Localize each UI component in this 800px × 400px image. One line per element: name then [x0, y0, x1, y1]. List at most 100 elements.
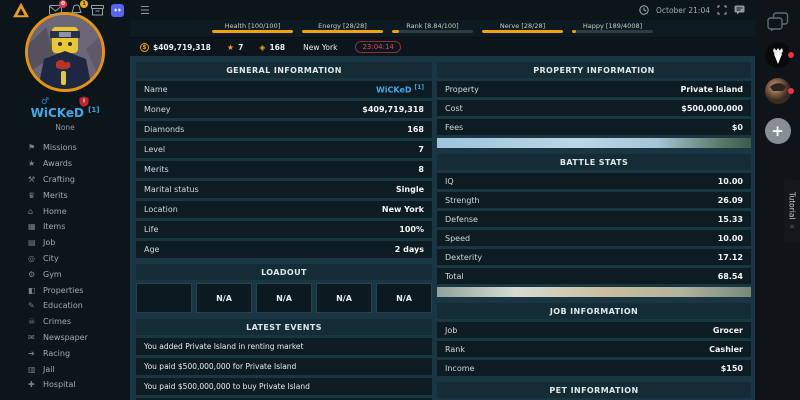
main-area: ☰ October 21:04 Health [100/100] Energy … — [130, 0, 755, 400]
pet-information-title: PET INFORMATION — [437, 382, 751, 398]
latest-events-title: LATEST EVENTS — [136, 319, 432, 335]
sidebar-item-crafting[interactable]: ⚒ Crafting — [0, 172, 130, 188]
hamburger-menu-icon[interactable]: ☰ — [140, 5, 150, 16]
tutorial-icon: ≡ — [789, 223, 795, 231]
general-row-level: Level 7 — [136, 141, 432, 158]
job-icon: ▤ — [28, 238, 36, 248]
profile-name[interactable]: WiCKeD [1] — [0, 106, 130, 120]
happy-bar[interactable]: Happy [189/4008] — [572, 22, 653, 33]
money-coin-icon: $ — [140, 42, 149, 52]
loadout-slot-4[interactable]: N/A — [376, 283, 432, 313]
bell-icon[interactable]: 1 — [69, 0, 88, 17]
sidebar-topbar: 0 1 — [0, 0, 130, 20]
general-row-marital: Marital status Single — [136, 181, 432, 198]
loadout-slot-2[interactable]: N/A — [256, 283, 312, 313]
job-information-title: JOB INFORMATION — [437, 303, 751, 319]
location-value: New York — [303, 42, 338, 52]
gym-icon: ⚙ — [28, 269, 36, 279]
fullscreen-icon[interactable] — [717, 5, 727, 15]
property-row-property: Property Private Island — [437, 81, 751, 97]
sidebar-item-awards[interactable]: ★ Awards — [0, 156, 130, 172]
sidebar-item-education[interactable]: ✎ Education — [0, 298, 130, 314]
sidebar: 0 1 ♂ WiCKeD [1] None ⚑ Missions ★ Award… — [0, 0, 130, 400]
loadout-slot-1[interactable]: N/A — [196, 283, 252, 313]
battle-stats-title: BATTLE STATS — [437, 154, 751, 170]
cooldown-timer: 23:04:14 — [355, 41, 401, 53]
home-icon: ⌂ — [28, 206, 34, 216]
sidebar-item-hospital[interactable]: ✚ Hospital — [0, 377, 130, 393]
app: 0 1 ♂ WiCKeD [1] None ⚑ Missions ★ Award… — [0, 0, 800, 400]
bell-badge: 1 — [80, 0, 88, 8]
loadout-slot-3[interactable]: N/A — [316, 283, 372, 313]
general-row-age: Age 2 days — [136, 241, 432, 258]
city-icon: ◎ — [28, 253, 35, 263]
sidebar-item-newspaper[interactable]: ✉ Newspaper — [0, 330, 130, 346]
sidebar-item-merits[interactable]: ♛ Merits — [0, 187, 130, 203]
racing-icon: ➔ — [28, 348, 35, 358]
diamonds-value: 168 — [269, 42, 286, 52]
event-row: You paid $500,000,000 for Private Island — [136, 358, 432, 375]
archive-icon[interactable] — [90, 4, 104, 17]
money-value: $409,719,318 — [153, 42, 211, 52]
add-button[interactable]: + — [764, 118, 791, 144]
general-row-merits: Merits 8 — [136, 161, 432, 178]
battle-row-iq: IQ 10.00 — [437, 173, 751, 189]
rank-bar[interactable]: Rank [8.84/100] — [392, 22, 473, 33]
crafting-icon: ⚒ — [28, 174, 36, 184]
loadout-slot-avatar[interactable] — [136, 283, 192, 313]
online-dot — [787, 88, 794, 94]
sidebar-item-gym[interactable]: ⚙ Gym — [0, 266, 130, 282]
awards-icon: ★ — [28, 159, 36, 169]
battle-stats-panel: BATTLE STATS IQ 10.00 Strength 26.09 Defen… — [437, 154, 751, 297]
sidebar-item-items[interactable]: ▦ Items — [0, 219, 130, 235]
diamond-icon: ◈ — [259, 42, 266, 52]
sidebar-item-missions[interactable]: ⚑ Missions — [0, 140, 130, 156]
property-image-banner — [437, 138, 751, 148]
missions-icon: ⚑ — [28, 143, 36, 153]
general-row-diamonds: Diamonds 168 — [136, 121, 432, 138]
discord-icon[interactable] — [111, 3, 124, 17]
general-row-money: Money $409,719,318 — [136, 101, 432, 118]
money-bar: $ $409,719,318 ★ 7 ◈ 168 New York 23:04:… — [130, 38, 755, 56]
sidebar-item-home[interactable]: ⌂ Home — [0, 203, 130, 219]
education-icon: ✎ — [28, 301, 35, 311]
sidebar-item-properties[interactable]: ◧ Properties — [0, 282, 130, 298]
site-logo-icon[interactable] — [12, 2, 30, 18]
newspaper-icon: ✉ — [28, 332, 35, 342]
properties-icon: ◧ — [28, 285, 36, 295]
job-row-income: Income $150 — [437, 360, 751, 376]
property-information-panel: PROPERTY INFORMATION Property Private Isl… — [437, 62, 751, 148]
name-link[interactable]: WiCKeD [1] — [376, 84, 424, 95]
chat-avatar-tuxedo[interactable] — [764, 42, 794, 68]
job-information-panel: JOB INFORMATION Job Grocer Rank Cashier In… — [437, 303, 751, 376]
nerve-bar[interactable]: Nerve [28/28] — [482, 22, 563, 33]
sidebar-item-job[interactable]: ▤ Job — [0, 235, 130, 251]
tutorial-tab[interactable]: Tutorial ≡ — [784, 180, 800, 242]
general-information-panel: GENERAL INFORMATION Name WiCKeD [1] Money… — [136, 62, 432, 258]
mail-icon[interactable]: 0 — [48, 0, 67, 17]
battle-row-dexterity: Dexterity 17.12 — [437, 249, 751, 265]
chat-avatar-photo[interactable] — [764, 78, 794, 104]
general-row-name: Name WiCKeD [1] — [136, 81, 432, 98]
event-row: You paid $500,000,000 to buy Private Isl… — [136, 378, 432, 395]
sidebar-item-racing[interactable]: ➔ Racing — [0, 345, 130, 361]
health-bar[interactable]: Health [100/100] — [212, 22, 293, 33]
chat-bubbles-icon[interactable] — [766, 12, 789, 32]
battle-row-speed: Speed 10.00 — [437, 230, 751, 246]
merits-icon: ♛ — [28, 190, 36, 200]
sidebar-item-city[interactable]: ◎ City — [0, 251, 130, 267]
loadout-title: LOADOUT — [136, 264, 432, 280]
property-row-fees: Fees $0 — [437, 119, 751, 135]
sidebar-item-crimes[interactable]: ☠ Crimes — [0, 314, 130, 330]
jail-icon: ▥ — [28, 364, 36, 374]
crimes-icon: ☠ — [28, 317, 36, 327]
chat-icon[interactable] — [734, 5, 745, 15]
energy-bar[interactable]: Energy [28/28] — [302, 22, 383, 33]
general-row-life: Life 100% — [136, 221, 432, 238]
topbar: ☰ October 21:04 — [130, 0, 755, 20]
profile-avatar[interactable] — [25, 12, 105, 92]
mail-badge: 0 — [59, 0, 67, 8]
sidebar-item-jail[interactable]: ▥ Jail — [0, 361, 130, 377]
property-row-cost: Cost $500,000,000 — [437, 100, 751, 116]
status-bars: Health [100/100] Energy [28/28] Rank [8.… — [130, 20, 755, 38]
